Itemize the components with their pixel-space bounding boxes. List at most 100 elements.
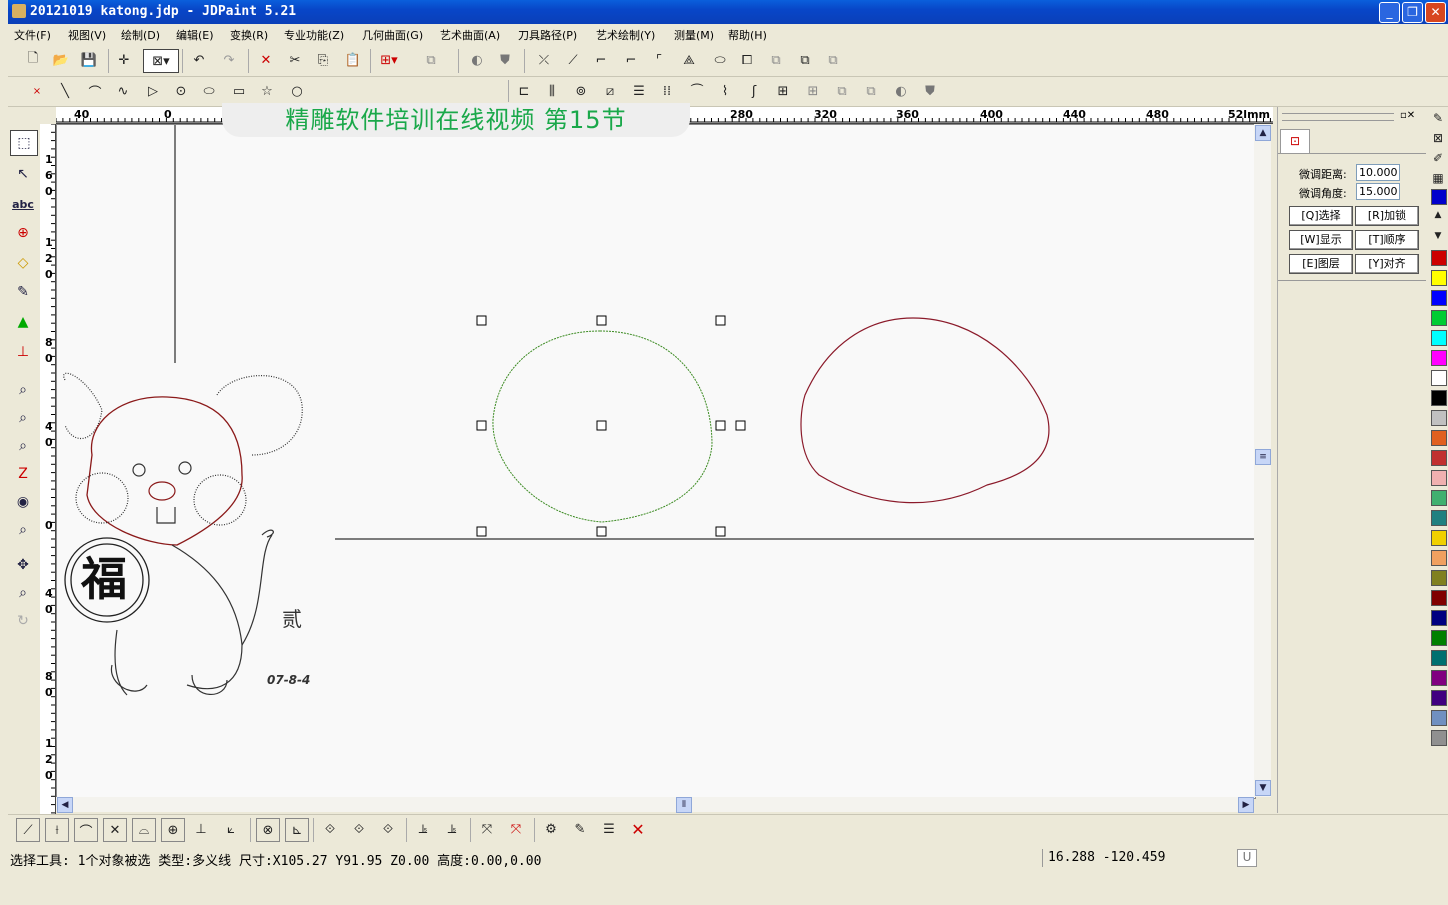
scroll-up-icon[interactable]: ▲ [1255,125,1271,141]
slot-icon[interactable]: ⬭ [706,49,734,71]
shield-icon[interactable]: ⛊ [494,49,516,71]
cut-icon[interactable]: ✂ [284,49,306,71]
snap-intersection-icon[interactable]: ✕ [103,818,127,842]
point-icon[interactable]: × [26,80,48,102]
mode-indicator[interactable]: U [1237,849,1257,867]
stretch-icon[interactable]: ⟁ [678,49,700,71]
distribute-icon[interactable]: ⧄ [599,80,621,102]
pen-tool-icon[interactable]: ✎ [10,280,36,304]
menu-professional[interactable]: 专业功能(Z) [284,27,344,43]
color-swatch[interactable] [1431,610,1447,626]
menu-edit[interactable]: 编辑(E) [176,27,214,43]
stack-icon[interactable]: ☰ [628,80,650,102]
paste-icon[interactable]: 📋 [342,49,364,71]
scroll-right-icon[interactable]: ▶ [1238,797,1254,813]
hatch-icon[interactable]: ⫡ [412,818,434,840]
bucket-tool-icon[interactable]: ▲ [10,310,36,334]
snap-grid-icon[interactable]: ⊗ [256,818,280,842]
pen-icon[interactable]: ✎ [1428,109,1448,127]
fine-angle-input[interactable]: 15.000 [1356,183,1400,200]
layer-button[interactable]: [E]图层 [1289,254,1353,274]
color-swatch[interactable] [1431,590,1447,606]
menu-toolpath[interactable]: 刀具路径(P) [518,27,577,43]
zoom-real-icon[interactable]: ⌕ [10,581,36,605]
dimension-tool-icon[interactable]: ⊥ [10,340,36,364]
zoom-fit-icon[interactable]: Z [10,462,36,486]
select-tool-icon[interactable]: ⬚ [10,130,38,156]
save-icon[interactable]: 💾 [78,49,100,71]
arc-icon[interactable]: ⌒ [84,80,106,102]
panel-close-icon[interactable]: ▫✕ [1400,110,1415,121]
lock-button[interactable]: [R]加锁 [1355,206,1419,226]
combine-icon[interactable]: ⧉ [794,49,816,71]
new-file-icon[interactable]: 🗋 [22,49,44,71]
maximize-button[interactable]: ❐ [1402,2,1423,23]
scroll-down-icon[interactable]: ▼ [1255,780,1271,796]
color-swatch[interactable] [1431,450,1447,466]
corner-icon[interactable]: ⌜ [648,49,670,71]
snap-midpoint-icon[interactable]: ⟊ [45,818,69,842]
group-icon[interactable]: ⧉ [765,49,787,71]
menu-view[interactable]: 视图(V) [68,27,106,43]
zoom-all-icon[interactable]: ⌕ [10,518,36,542]
color-swatch[interactable] [1431,510,1447,526]
path-icon[interactable]: ʃ [743,80,765,102]
bend-icon[interactable]: ⏜ [686,80,708,102]
open-folder-icon[interactable]: 📂 [50,49,72,71]
order-button[interactable]: [T]顺序 [1355,230,1419,250]
menu-measure[interactable]: 测量(M) [674,27,714,43]
snap-arc-icon[interactable]: ⌒ [74,818,98,842]
crosshair-icon[interactable]: ✛ [113,49,135,71]
rectangle-icon[interactable]: ▭ [228,80,250,102]
color-swatch[interactable] [1431,390,1447,406]
hatch-fill-icon[interactable]: ⫡ [441,818,463,840]
zoom-out-icon[interactable]: ⌕ [10,434,36,458]
wave-icon[interactable]: ⌇ [714,80,736,102]
check-error-icon[interactable]: ⤧ [505,818,527,840]
select-box-icon[interactable]: ⊠▾ [143,49,179,73]
color-swatch[interactable] [1431,570,1447,586]
text-tool-icon[interactable]: abc [10,192,36,216]
array-icon[interactable]: ⁞⁞ [656,80,678,102]
offset-icon[interactable]: ⧠ [736,49,758,71]
color-swatch[interactable] [1431,290,1447,306]
color-swatch[interactable] [1431,650,1447,666]
shield-half-icon[interactable]: ◐ [466,49,488,71]
snap-endpoint-icon[interactable]: ⟋ [16,818,40,842]
color-swatch[interactable] [1431,370,1447,386]
3d-box-icon[interactable]: ⧉ [420,49,442,71]
color-swatch[interactable] [1431,490,1447,506]
circle-icon[interactable]: ○ [286,80,308,102]
node-delete-icon[interactable]: ⟐ [348,818,370,840]
fine-distance-input[interactable]: 10.000 [1356,164,1400,181]
node-grid-icon[interactable]: ⊞ [802,80,824,102]
snap-angle-icon[interactable]: ⊾ [285,818,309,842]
close-red-icon[interactable]: ✕ [627,818,649,840]
palette-down-icon[interactable]: ▼ [1428,228,1448,244]
copy-icon[interactable]: ⎘ [312,49,334,71]
snap-perpendicular-icon[interactable]: ⊥ [190,818,212,840]
list-icon[interactable]: ☰ [598,818,620,840]
shield-half-icon-2[interactable]: ◐ [890,80,912,102]
menu-draw[interactable]: 绘制(D) [121,27,160,43]
delete-icon[interactable]: ✕ [255,49,277,71]
fill-tool-icon[interactable]: ◇ [10,251,36,275]
circle-center-icon[interactable]: ⊙ [170,80,192,102]
color-swatch[interactable] [1431,410,1447,426]
snap-tangent-icon[interactable]: ⌓ [132,818,156,842]
curve-icon[interactable]: ∿ [112,80,134,102]
align-center-icon[interactable]: ⊚ [570,80,592,102]
scroll-thumb[interactable]: ≡ [1255,449,1271,465]
snap-center-icon[interactable]: ⊕ [161,818,185,842]
node-tool-icon[interactable]: ↖ [10,162,36,186]
redo-icon[interactable]: ↷ [218,49,240,71]
color-swatch[interactable] [1431,350,1447,366]
trim-icon[interactable]: ⤫ [533,49,555,71]
zoom-window-icon[interactable]: ⌕ [10,378,36,402]
select-button[interactable]: [Q]选择 [1289,206,1353,226]
transform-tool-icon[interactable]: ⊕ [10,221,36,245]
fillet-icon[interactable]: ⌐ [590,49,612,71]
node-add-icon[interactable]: ⟐ [319,818,341,840]
close-button[interactable]: ✕ [1425,2,1446,23]
current-color-swatch[interactable] [1431,189,1447,205]
